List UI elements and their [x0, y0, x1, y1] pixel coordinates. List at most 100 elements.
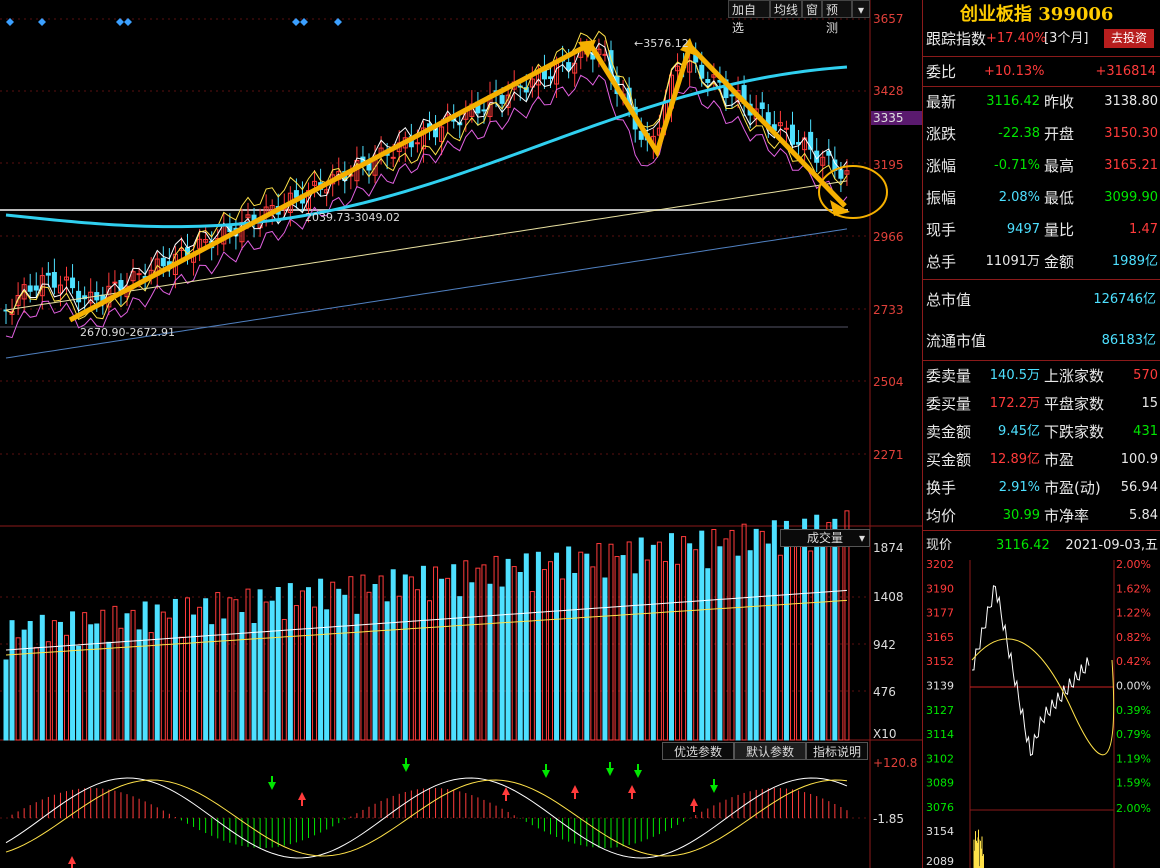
- volume-bar: [282, 619, 286, 740]
- volume-bar: [688, 544, 692, 740]
- volume-bar: [337, 589, 341, 740]
- quote-value: 1989亿: [1112, 250, 1158, 274]
- quote-label: 市净率: [1044, 504, 1089, 528]
- volume-bar: [234, 600, 238, 740]
- intraday-chart[interactable]: 3202 3190 3177 3165 3152 3139 3127 3114 3102 3089…: [922, 560, 1160, 868]
- volume-bar: [349, 577, 353, 740]
- candle-body: [52, 273, 56, 288]
- volume-bar: [77, 646, 81, 740]
- volume-bar: [530, 592, 534, 740]
- volume-bar: [228, 598, 232, 740]
- volume-bar: [833, 519, 837, 740]
- volume-bar: [186, 598, 190, 740]
- volume-bar: [179, 637, 183, 740]
- mini-pct-label: 0.00%: [1116, 680, 1151, 693]
- quote-label: 金额: [1044, 250, 1074, 274]
- low-annotation: 2670.90-2672.91: [80, 326, 175, 339]
- volume-bar: [222, 619, 226, 740]
- quote-label: 均价: [926, 504, 956, 528]
- volume-bar: [216, 593, 220, 740]
- mini-price-label: 3152: [926, 655, 954, 668]
- sell-arrow-icon: [268, 776, 276, 790]
- volume-bar: [500, 587, 504, 740]
- volume-indicator-select[interactable]: 成交量 ▾: [780, 529, 870, 547]
- candle-body: [482, 110, 486, 111]
- sell-arrow-icon: [710, 779, 718, 793]
- quote-value: 56.94: [1121, 476, 1158, 500]
- quote-value: 172.2万: [990, 392, 1040, 416]
- quote-value: 9.45亿: [998, 420, 1040, 444]
- ma-line-button[interactable]: 均线: [770, 0, 802, 18]
- volume-bar: [428, 601, 432, 740]
- invest-button[interactable]: 去投资: [1104, 29, 1154, 48]
- volume-bar: [415, 590, 419, 740]
- volume-unit-label: X10: [873, 727, 897, 741]
- tab-optimized-params[interactable]: 优选参数: [662, 742, 734, 760]
- quote-value: -22.38: [998, 122, 1040, 146]
- volume-axis-label: 1408: [873, 590, 904, 604]
- volume-bar: [760, 531, 764, 740]
- signal-diamond-icon: [38, 18, 46, 26]
- tab-indicator-help[interactable]: 指标说明: [806, 742, 868, 760]
- volume-bar: [591, 567, 595, 740]
- mini-price-label: 3114: [926, 728, 954, 741]
- float-mv-row: 流通市值 86183亿: [926, 329, 1156, 353]
- mini-pct-label: 0.39%: [1116, 704, 1151, 717]
- quote-value: 9497: [1007, 218, 1040, 242]
- tab-default-params[interactable]: 默认参数: [734, 742, 806, 760]
- volume-bar: [173, 599, 177, 740]
- volume-bar: [391, 570, 395, 740]
- volume-bar: [706, 569, 710, 740]
- volume-bar: [313, 607, 317, 740]
- quote-row: 均价 30.99 市净率 5.84: [926, 504, 1158, 528]
- volume-bar: [621, 556, 625, 740]
- current-ma-marker: 3335: [871, 111, 923, 125]
- volume-bar: [83, 613, 87, 740]
- volume-bar: [639, 538, 643, 740]
- forecast-button[interactable]: 预测: [822, 0, 852, 18]
- buy-arrow-icon: [502, 787, 510, 801]
- window-button[interactable]: 窗: [802, 0, 822, 18]
- volume-bar: [536, 552, 540, 740]
- volume-bar: [809, 551, 813, 740]
- dropdown-arrow-icon[interactable]: ▾: [852, 0, 870, 18]
- quote-label: 涨跌: [926, 122, 956, 146]
- volume-bar: [149, 633, 153, 740]
- quote-row: 委卖量 140.5万 上涨家数 570: [926, 364, 1158, 388]
- volume-bar: [246, 589, 250, 740]
- buy-arrow-icon: [690, 798, 698, 812]
- add-watchlist-button[interactable]: 加自选: [728, 0, 770, 18]
- candle-body: [161, 258, 165, 265]
- volume-bar: [204, 599, 208, 740]
- volume-bar: [712, 529, 716, 740]
- volume-bar: [161, 612, 165, 740]
- quote-value: 3138.80: [1104, 90, 1158, 114]
- divider: [922, 530, 1160, 531]
- candle-body: [46, 273, 50, 275]
- quote-row: 涨幅 -0.71% 最高 3165.21: [926, 154, 1158, 178]
- volume-bar: [307, 588, 311, 740]
- volume-bar: [258, 590, 262, 740]
- kline-chart-canvas[interactable]: [0, 0, 922, 868]
- candle-body: [839, 170, 843, 178]
- quote-label: 总手: [926, 250, 956, 274]
- signal-diamond-icon: [116, 18, 124, 26]
- candle-body: [760, 103, 764, 109]
- signal-diamond-icon: [124, 18, 132, 26]
- kline-chart-area[interactable]: 加自选 均线 窗 预测 ▾ 3657 3428 3335 3195 2966 2…: [0, 0, 922, 868]
- candle-body: [28, 286, 32, 291]
- divider: [922, 86, 1160, 87]
- volume-bar: [754, 529, 758, 740]
- quote-label: 委买量: [926, 392, 971, 416]
- volume-bar: [797, 533, 801, 740]
- quote-label: 委卖量: [926, 364, 971, 388]
- divider: [922, 279, 1160, 280]
- volume-bar: [676, 564, 680, 740]
- quote-label: 卖金额: [926, 420, 971, 444]
- volume-bar: [670, 534, 674, 740]
- mini-pct-label: 1.62%: [1116, 582, 1151, 595]
- volume-bar: [198, 607, 202, 740]
- quote-row: 涨跌 -22.38 开盘 3150.30: [926, 122, 1158, 146]
- total-mv-row: 总市值 126746亿: [926, 288, 1156, 312]
- quote-label: 量比: [1044, 218, 1074, 242]
